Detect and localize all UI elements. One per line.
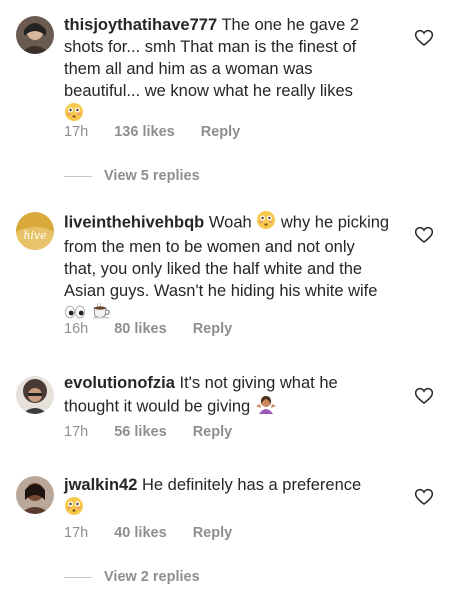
comment-text: Woah [208,213,252,232]
comment-body: jwalkin42 He definitely has a preference [64,474,390,522]
timestamp: 17h [64,124,89,140]
reply-button[interactable]: Reply [201,124,241,140]
reply-button[interactable]: Reply [193,321,233,337]
reply-button[interactable]: Reply [193,424,233,440]
like-count[interactable]: 56 likes [114,424,166,440]
comment-body: evolutionofzia It's not giving what he t… [64,372,390,420]
replies-divider [64,175,92,177]
flushed-face-icon [256,210,276,236]
replies-divider [64,576,92,578]
like-heart-icon[interactable] [414,225,434,245]
like-count[interactable]: 80 likes [114,321,166,337]
like-heart-icon[interactable] [414,386,434,406]
comment-meta: 17h 56 likes Reply [64,424,254,440]
like-count[interactable]: 136 likes [114,124,174,140]
view-replies-button[interactable]: View 5 replies [64,168,200,184]
view-replies-button[interactable]: View 2 replies [64,569,200,585]
svg-text:hive: hive [23,229,47,242]
flushed-face-icon [64,496,84,522]
like-heart-icon[interactable] [414,28,434,48]
username[interactable]: evolutionofzia [64,374,175,392]
username[interactable]: liveinthehivehbqb [64,213,204,231]
avatar[interactable]: hive [16,212,54,250]
comment-meta: 16h 80 likes Reply [64,321,254,337]
username[interactable]: jwalkin42 [64,476,137,494]
reply-button[interactable]: Reply [193,525,233,541]
comment-text: He definitely has a preference [141,476,362,494]
woman-shrugging-icon [255,394,277,420]
avatar[interactable] [16,476,54,514]
like-heart-icon[interactable] [414,487,434,507]
comment-body: thisjoythatihave777 The one he gave 2 sh… [64,14,390,128]
timestamp: 17h [64,424,89,440]
timestamp: 16h [64,321,89,337]
avatar[interactable] [16,16,54,54]
like-count[interactable]: 40 likes [114,525,166,541]
timestamp: 17h [64,525,89,541]
avatar[interactable] [16,376,54,414]
comment-meta: 17h 40 likes Reply [64,525,254,541]
comment-body: liveinthehivehbqb Woah why he picking fr… [64,210,390,326]
comment-meta: 17h 136 likes Reply [64,124,262,140]
username[interactable]: thisjoythatihave777 [64,16,217,34]
